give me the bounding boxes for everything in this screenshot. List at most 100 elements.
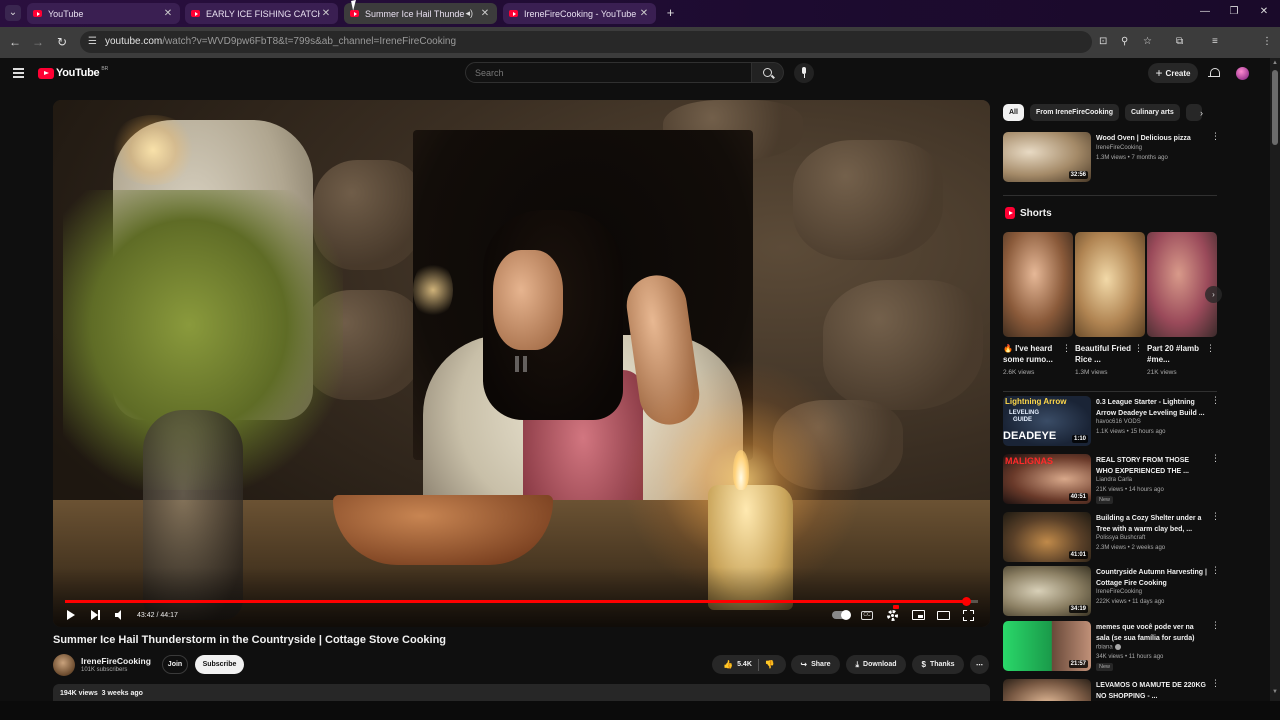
rec-channel[interactable]: rbiana	[1096, 644, 1121, 651]
rec-channel[interactable]: havoc616 VODS	[1096, 419, 1141, 425]
rec-channel[interactable]: IreneFireCooking	[1096, 589, 1142, 595]
next-button[interactable]	[91, 608, 101, 622]
close-icon[interactable]: ✕	[162, 8, 174, 19]
tab-search-icon[interactable]: ⌄	[5, 5, 21, 21]
create-button[interactable]: + Create	[1148, 63, 1198, 83]
new-tab-button[interactable]: +	[663, 6, 678, 21]
page-scrollbar[interactable]: ▲ ▼	[1270, 58, 1280, 701]
video-thumbnail[interactable]: 41:01	[1003, 512, 1091, 562]
short-title[interactable]: Part 20 #lamb #me...	[1147, 343, 1205, 365]
recommended-item[interactable]: MALIGNAS 40:51 REAL STORY FROM THOSE WHO…	[1003, 454, 1220, 506]
rec-channel[interactable]: IreneFireCooking	[1096, 145, 1142, 151]
thumbs-down-icon[interactable]: 👎	[765, 660, 775, 669]
tab-irenefirecooking[interactable]: IreneFireCooking - YouTube ✕	[503, 3, 656, 24]
fullscreen-button[interactable]	[963, 608, 974, 622]
subtitles-button[interactable]: CC	[861, 608, 873, 622]
rec-title[interactable]: memes que você pode ver na sala (se sua …	[1096, 623, 1208, 644]
channel-avatar[interactable]	[53, 654, 75, 676]
short-title[interactable]: 🔥 I've heard some rumo...	[1003, 343, 1061, 365]
recommended-item[interactable]: Lightning Arrow LEVELING GUIDE DEADEYE 1…	[1003, 396, 1220, 448]
settings-button[interactable]	[887, 605, 899, 622]
more-vertical-icon[interactable]: ⋮	[1211, 679, 1218, 688]
rec-channel[interactable]: Liandra Carla	[1096, 477, 1132, 483]
search-input[interactable]	[466, 63, 751, 83]
tab-youtube[interactable]: YouTube ✕	[27, 3, 180, 24]
site-info-icon[interactable]: ☰	[88, 36, 97, 47]
short-thumbnail[interactable]	[1003, 232, 1073, 337]
short-item[interactable]: Beautiful Fried Rice ... 1.3M views ⋮	[1075, 232, 1145, 376]
rec-title[interactable]: Countryside Autumn Harvesting | Cottage …	[1096, 568, 1208, 589]
tab-ice-fishing[interactable]: EARLY ICE FISHING CATCH AND ✕	[185, 3, 338, 24]
search-button[interactable]	[752, 62, 784, 83]
more-vertical-icon[interactable]: ⋮	[1211, 621, 1220, 630]
close-icon[interactable]: ✕	[320, 8, 332, 19]
chevron-right-icon[interactable]: ›	[1200, 108, 1203, 118]
restore-icon[interactable]: ❐	[1227, 6, 1241, 17]
bookmark-star-icon[interactable]: ☆	[1143, 36, 1152, 47]
share-button[interactable]: ↪ Share	[791, 655, 840, 674]
video-thumbnail[interactable]: 21:57	[1003, 621, 1091, 671]
video-thumbnail[interactable]: Lightning Arrow LEVELING GUIDE DEADEYE 1…	[1003, 396, 1091, 446]
subscribe-button[interactable]: Subscribe	[195, 655, 244, 674]
scroll-up-icon[interactable]: ▲	[1272, 60, 1278, 66]
more-vertical-icon[interactable]: ⋮	[1206, 344, 1215, 353]
rec-channel[interactable]: Polissya Bushcraft	[1096, 535, 1145, 541]
autoplay-toggle[interactable]	[832, 608, 851, 622]
recommended-item[interactable]: 34:19 Countryside Autumn Harvesting | Co…	[1003, 566, 1220, 618]
thumbs-up-icon[interactable]: 👍	[723, 660, 733, 669]
short-thumbnail[interactable]	[1147, 232, 1217, 337]
voice-search-mic-icon[interactable]	[794, 63, 814, 83]
speaker-icon[interactable]: ◂)	[465, 8, 473, 19]
close-window-icon[interactable]: ✕	[1257, 6, 1271, 17]
play-button[interactable]	[67, 608, 75, 622]
more-vertical-icon[interactable]: ⋮	[1134, 344, 1143, 353]
like-count[interactable]: 5.4K	[737, 661, 752, 668]
join-button[interactable]: Join	[162, 655, 188, 674]
youtube-logo[interactable]: YouTube BR	[38, 66, 108, 79]
zoom-icon[interactable]: ⚲	[1121, 36, 1128, 47]
hamburger-menu-icon[interactable]	[13, 68, 24, 80]
extensions-icon[interactable]: ⧉	[1176, 36, 1183, 47]
short-item[interactable]: 🔥 I've heard some rumo... 2.6K views ⋮	[1003, 232, 1073, 376]
more-vertical-icon[interactable]: ⋮	[1211, 454, 1220, 463]
video-thumbnail[interactable]	[1003, 679, 1091, 701]
thanks-button[interactable]: $ Thanks	[912, 655, 964, 674]
reload-icon[interactable]: ↻	[55, 35, 69, 49]
close-icon[interactable]: ✕	[638, 8, 650, 19]
browser-menu-icon[interactable]: ⋮	[1262, 36, 1272, 47]
theater-mode-button[interactable]	[937, 608, 950, 622]
video-thumbnail[interactable]: 34:19	[1003, 566, 1091, 616]
scrollbar-thumb[interactable]	[1272, 70, 1278, 145]
install-app-icon[interactable]: ⊡	[1099, 36, 1107, 47]
rec-title[interactable]: REAL STORY FROM THOSE WHO EXPERIENCED TH…	[1096, 456, 1208, 477]
forward-arrow-icon[interactable]: →	[31, 35, 45, 49]
chip-all[interactable]: All	[1003, 104, 1024, 121]
more-vertical-icon[interactable]: ⋮	[1211, 396, 1220, 405]
more-vertical-icon[interactable]: ⋮	[1062, 344, 1071, 353]
video-player[interactable]: 43:42 / 44:17 CC	[53, 100, 990, 627]
rec-title[interactable]: LEVAMOS O MAMUTE DE 220KG NO SHOPPING - …	[1096, 681, 1208, 701]
progress-bar[interactable]	[65, 597, 978, 606]
minimize-icon[interactable]: —	[1198, 6, 1212, 17]
rec-title[interactable]: Wood Oven | Delicious pizza	[1096, 134, 1208, 145]
rec-title[interactable]: Building a Cozy Shelter under a Tree wit…	[1096, 514, 1208, 535]
short-thumbnail[interactable]	[1075, 232, 1145, 337]
more-actions-button[interactable]: ⋯	[970, 655, 989, 674]
address-bar[interactable]: ☰ youtube.com/watch?v=WVD9pw6FbT8&t=799s…	[80, 31, 1092, 53]
chip-from-channel[interactable]: From IreneFireCooking	[1029, 104, 1119, 121]
recommended-item[interactable]: 41:01 Building a Cozy Shelter under a Tr…	[1003, 512, 1220, 564]
back-arrow-icon[interactable]: ←	[8, 35, 22, 49]
account-avatar[interactable]	[1236, 67, 1249, 80]
scroll-down-icon[interactable]: ▼	[1272, 689, 1278, 695]
more-vertical-icon[interactable]: ⋮	[1211, 566, 1220, 575]
media-control-icon[interactable]: ≡	[1212, 36, 1218, 47]
channel-name[interactable]: IreneFireCooking	[81, 656, 151, 666]
recommended-item[interactable]: LEVAMOS O MAMUTE DE 220KG NO SHOPPING - …	[1003, 679, 1218, 701]
video-thumbnail[interactable]: 32:56	[1003, 132, 1091, 182]
short-item[interactable]: Part 20 #lamb #me... 21K views ⋮	[1147, 232, 1217, 376]
recommended-item[interactable]: 21:57 memes que você pode ver na sala (s…	[1003, 621, 1220, 673]
video-thumbnail[interactable]: MALIGNAS 40:51	[1003, 454, 1091, 504]
tab-summer-ice-hail[interactable]: Summer Ice Hail Thunderst ◂) ✕	[344, 3, 497, 24]
more-vertical-icon[interactable]: ⋮	[1211, 512, 1220, 521]
more-vertical-icon[interactable]: ⋮	[1211, 132, 1220, 141]
